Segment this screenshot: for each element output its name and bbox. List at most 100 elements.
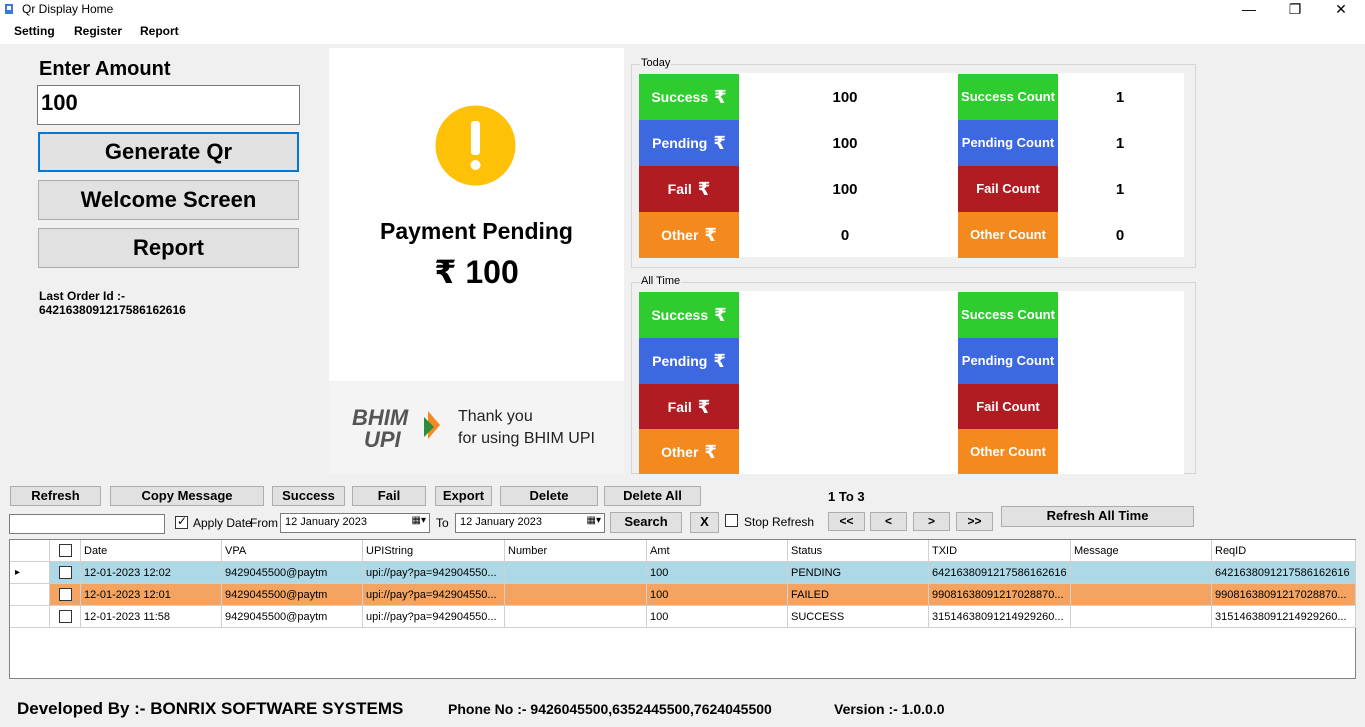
- cell-amt[interactable]: 100: [647, 606, 788, 628]
- header-select-all[interactable]: [50, 540, 81, 562]
- column-header-txid[interactable]: TXID: [929, 540, 1071, 562]
- cell-txid[interactable]: 9908163809121702887​0...: [929, 584, 1071, 606]
- minimize-icon[interactable]: —: [1226, 0, 1272, 20]
- restore-icon[interactable]: ❐: [1272, 0, 1318, 20]
- cell-upi[interactable]: upi://pay?pa=942904550...: [363, 562, 505, 584]
- close-icon[interactable]: ✕: [1318, 0, 1364, 20]
- today-success-count-tile: Success Count: [958, 74, 1058, 120]
- export-button[interactable]: Export: [435, 486, 492, 506]
- cell-upi[interactable]: upi://pay?pa=942904550...: [363, 584, 505, 606]
- prev-page-button[interactable]: <: [870, 512, 907, 531]
- column-header-upistring[interactable]: UPIString: [363, 540, 505, 562]
- cell-message[interactable]: [1071, 606, 1212, 628]
- menu-report[interactable]: Report: [140, 24, 179, 38]
- upi-logo-text: UPI: [364, 427, 402, 451]
- copy-message-button[interactable]: Copy Message: [110, 486, 264, 506]
- calendar-dropdown-icon[interactable]: ▦▾: [587, 515, 601, 526]
- menu-bar: [0, 20, 1365, 44]
- cell-number[interactable]: [505, 562, 647, 584]
- success-button[interactable]: Success: [272, 486, 345, 506]
- cell-reqid[interactable]: 99081638091217028870...: [1212, 584, 1356, 606]
- today-other-amount: 0: [840, 227, 850, 244]
- first-page-button[interactable]: <<: [828, 512, 865, 531]
- delete-all-button[interactable]: Delete All: [604, 486, 701, 506]
- cell-status[interactable]: SUCCESS: [788, 606, 929, 628]
- today-label: Today: [640, 57, 672, 69]
- row-select-cell[interactable]: [50, 584, 81, 606]
- fail-button[interactable]: Fail: [352, 486, 426, 506]
- cell-vpa[interactable]: 9429045500@paytm: [222, 584, 363, 606]
- today-pending-count: 1: [1115, 135, 1125, 152]
- all-time-pending-count-tile: Pending Count: [958, 338, 1058, 384]
- cell-txid[interactable]: 31514638091214929260...: [929, 606, 1071, 628]
- date-to-picker[interactable]: 12 January 2023 ▦▾: [455, 513, 605, 533]
- calendar-dropdown-icon[interactable]: ▦▾: [412, 515, 426, 526]
- stop-refresh-checkbox[interactable]: [725, 514, 738, 527]
- cell-upi[interactable]: upi://pay?pa=942904550...: [363, 606, 505, 628]
- cell-amt[interactable]: 100: [647, 584, 788, 606]
- cell-date[interactable]: 12-01-2023 11:58: [81, 606, 222, 628]
- clear-search-button[interactable]: X: [690, 512, 719, 533]
- amount-input[interactable]: 100: [37, 85, 300, 125]
- cell-number[interactable]: [505, 606, 647, 628]
- welcome-screen-button[interactable]: Welcome Screen: [38, 180, 299, 220]
- column-header-message[interactable]: Message: [1071, 540, 1212, 562]
- cell-status[interactable]: FAILED: [788, 584, 929, 606]
- cell-message[interactable]: [1071, 584, 1212, 606]
- column-header-number[interactable]: Number: [505, 540, 647, 562]
- title-bar: [0, 0, 1365, 20]
- row-select-cell[interactable]: [50, 606, 81, 628]
- report-button[interactable]: Report: [38, 228, 299, 268]
- date-to-value: 12 January 2023: [460, 516, 542, 528]
- all-time-pending-tile: Pending ₹: [639, 338, 739, 384]
- cell-amt[interactable]: 100: [647, 562, 788, 584]
- column-header-vpa[interactable]: VPA: [222, 540, 363, 562]
- delete-button[interactable]: Delete: [500, 486, 598, 506]
- cell-reqid[interactable]: 6421638091217586162616: [1212, 562, 1356, 584]
- cell-reqid[interactable]: 31514638091214929260...: [1212, 606, 1356, 628]
- column-header-date[interactable]: Date: [81, 540, 222, 562]
- cell-vpa[interactable]: 9429045500@paytm: [222, 606, 363, 628]
- developer-credit: Developed By :- BONRIX SOFTWARE SYSTEMS: [17, 699, 404, 718]
- transactions-grid[interactable]: Date VPA UPIString Number Amt Status TXID Messa…: [9, 539, 1356, 679]
- date-from-picker[interactable]: 12 January 2023 ▦▾: [280, 513, 430, 533]
- last-page-button[interactable]: >>: [956, 512, 993, 531]
- cell-message[interactable]: [1071, 562, 1212, 584]
- today-other-count: 0: [1115, 227, 1125, 244]
- apply-date-checkbox[interactable]: [175, 514, 188, 529]
- today-pending-count-tile: Pending Count: [958, 120, 1058, 166]
- row-header[interactable]: ▸: [10, 562, 50, 584]
- page-info: 1 To 3: [828, 489, 865, 504]
- menu-setting[interactable]: Setting: [14, 24, 55, 38]
- next-page-button[interactable]: >: [913, 512, 950, 531]
- row-header-corner: [10, 540, 50, 562]
- row-select-cell[interactable]: [50, 562, 81, 584]
- row-select-checkbox[interactable]: [59, 566, 72, 579]
- row-header[interactable]: [10, 606, 50, 628]
- column-header-amt[interactable]: Amt: [647, 540, 788, 562]
- today-pending-tile: Pending ₹: [639, 120, 739, 166]
- row-header[interactable]: [10, 584, 50, 606]
- column-header-reqid[interactable]: ReqID: [1212, 540, 1356, 562]
- select-all-checkbox[interactable]: [59, 544, 72, 557]
- row-select-checkbox[interactable]: [59, 610, 72, 623]
- cell-number[interactable]: [505, 584, 647, 606]
- generate-qr-button[interactable]: Generate Qr: [38, 132, 299, 172]
- cell-status[interactable]: PENDING: [788, 562, 929, 584]
- refresh-button[interactable]: Refresh: [10, 486, 101, 506]
- row-select-checkbox[interactable]: [59, 588, 72, 601]
- thank-you-text: Thank you for using BHIM UPI: [458, 406, 595, 450]
- column-header-status[interactable]: Status: [788, 540, 929, 562]
- all-time-values-panel: [739, 291, 958, 474]
- search-button[interactable]: Search: [610, 512, 682, 533]
- thank-you-line-1: Thank you: [458, 408, 533, 425]
- cell-date[interactable]: 12-01-2023 12:02: [81, 562, 222, 584]
- refresh-all-time-button[interactable]: Refresh All Time: [1001, 506, 1194, 527]
- cell-date[interactable]: 12-01-2023 12:01: [81, 584, 222, 606]
- bhim-upi-logo: BHIM UPI: [352, 405, 440, 451]
- cell-vpa[interactable]: 9429045500@paytm: [222, 562, 363, 584]
- cell-txid[interactable]: 6421638091217586162616: [929, 562, 1071, 584]
- menu-register[interactable]: Register: [74, 24, 122, 38]
- search-text-input[interactable]: [9, 514, 165, 534]
- all-time-success-count-tile: Success Count: [958, 292, 1058, 338]
